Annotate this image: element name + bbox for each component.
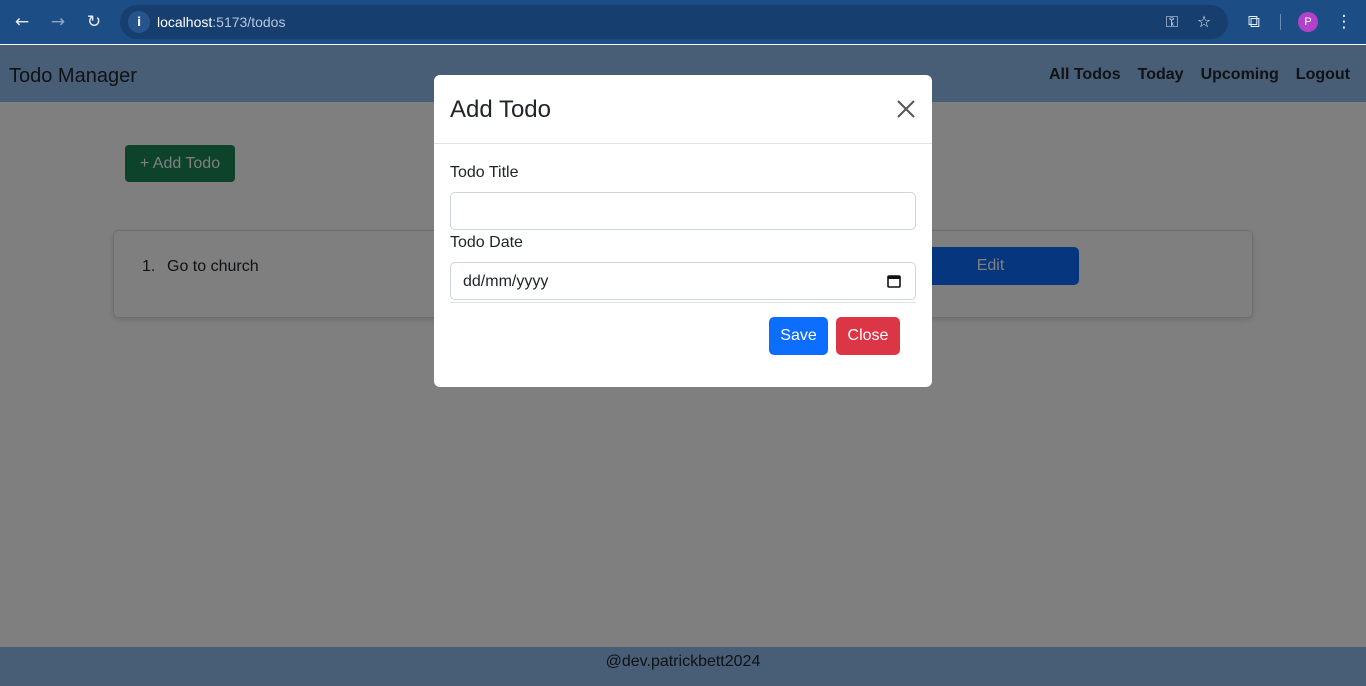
todo-title-input[interactable] — [450, 192, 916, 230]
add-todo-modal: Add Todo Todo Title Todo Date dd/mm/yyyy… — [434, 75, 932, 387]
modal-title: Add Todo — [450, 96, 551, 123]
browser-toolbar: ← → ↻ i localhost:5173/todos ⚿ ☆ ⧉ P ⋮ — [0, 0, 1366, 44]
todo-title-label: Todo Title — [450, 164, 519, 181]
key-icon[interactable]: ⚿ — [1162, 12, 1182, 32]
menu-icon[interactable]: ⋮ — [1332, 10, 1356, 34]
modal-header: Add Todo — [434, 75, 932, 144]
save-button[interactable]: Save — [769, 317, 828, 355]
todo-date-label: Todo Date — [450, 234, 523, 251]
calendar-icon[interactable] — [887, 274, 901, 288]
extensions-icon[interactable]: ⧉ — [1242, 10, 1266, 34]
forward-icon[interactable]: → — [46, 10, 70, 34]
todo-date-input[interactable]: dd/mm/yyyy — [450, 262, 916, 300]
reload-icon[interactable]: ↻ — [82, 10, 106, 34]
date-placeholder: dd/mm/yyyy — [463, 273, 549, 290]
address-bar[interactable]: i localhost:5173/todos ⚿ ☆ — [120, 5, 1228, 39]
close-button[interactable]: Close — [836, 317, 900, 355]
toolbar-divider — [1280, 14, 1281, 30]
close-icon[interactable] — [896, 99, 916, 119]
site-info-icon[interactable]: i — [128, 11, 150, 33]
modal-footer-divider — [450, 302, 916, 303]
back-icon[interactable]: ← — [10, 10, 34, 34]
star-icon[interactable]: ☆ — [1194, 12, 1214, 32]
url-text[interactable]: localhost:5173/todos — [157, 14, 285, 30]
profile-avatar[interactable]: P — [1298, 12, 1318, 32]
